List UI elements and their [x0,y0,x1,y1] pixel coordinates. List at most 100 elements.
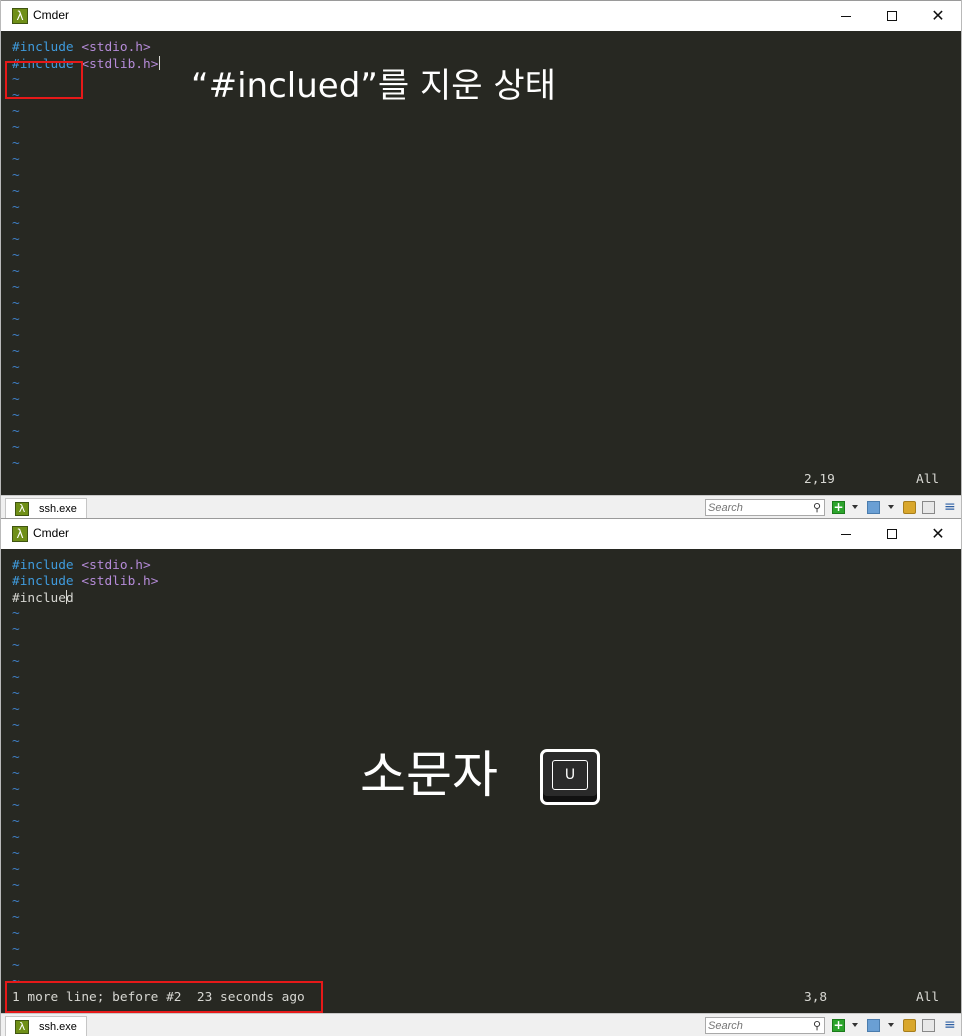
tab-ssh[interactable]: λ ssh.exe [5,498,87,519]
minimize-icon [841,15,851,17]
menu-icon[interactable]: ≡ [944,499,956,515]
minimize-button[interactable] [823,519,869,549]
search-icon[interactable]: ⚲ [813,1019,821,1032]
empty-line-tilde: ~ [12,424,20,439]
empty-line-tilde: ~ [12,862,20,877]
code-line: #include <stdio.h> [12,40,151,55]
empty-line-tilde: ~ [12,750,20,765]
empty-line-tilde: ~ [12,440,20,455]
deleted-line-highlight [5,61,83,99]
code-line: #include <stdio.h> [12,558,151,573]
empty-line-tilde: ~ [12,942,20,957]
code-line: #inclued [12,590,74,606]
empty-line-tilde: ~ [12,798,20,813]
top-cmder-window: λ Cmder ✕ #include <stdio.h> #include <s… [0,0,962,519]
empty-line-tilde: ~ [12,104,20,119]
empty-line-tilde: ~ [12,152,20,167]
empty-line-tilde: ~ [12,184,20,199]
empty-line-tilde: ~ [12,296,20,311]
maximize-button[interactable] [869,1,915,31]
status-message-highlight [5,981,323,1013]
empty-line-tilde: ~ [12,702,20,717]
empty-line-tilde: ~ [12,910,20,925]
cursor-position: 2,19 [804,472,835,487]
empty-line-tilde: ~ [12,456,20,471]
empty-line-tilde: ~ [12,376,20,391]
search-box[interactable]: ⚲ [705,499,825,516]
empty-line-tilde: ~ [12,232,20,247]
scroll-position: All [916,472,940,487]
close-button[interactable]: ✕ [915,519,961,549]
cmder-lambda-icon: λ [12,8,28,24]
close-icon: ✕ [931,524,945,543]
tab-bar: λ ssh.exe ⚲ + ≡ [1,495,961,519]
search-input[interactable] [708,1019,808,1032]
cmder-lambda-icon: λ [15,502,29,516]
empty-line-tilde: ~ [12,766,20,781]
empty-line-tilde: ~ [12,718,20,733]
layout-dropdown-icon[interactable] [888,505,894,509]
empty-line-tilde: ~ [12,878,20,893]
empty-line-tilde: ~ [12,120,20,135]
empty-line-tilde: ~ [12,200,20,215]
tab-ssh[interactable]: λ ssh.exe [5,1016,87,1036]
cmder-lambda-icon: λ [12,526,28,542]
tab-bar: λ ssh.exe ⚲ + ≡ [1,1013,961,1036]
empty-line-tilde: ~ [12,958,20,973]
empty-line-tilde: ~ [12,638,20,653]
empty-line-tilde: ~ [12,606,20,621]
empty-line-tilde: ~ [12,670,20,685]
layout-dropdown-icon[interactable] [888,1023,894,1027]
scroll-position: All [916,990,940,1005]
empty-line-tilde: ~ [12,654,20,669]
empty-line-tilde: ~ [12,686,20,701]
key-cap-letter: U [552,760,588,790]
tab-label: ssh.exe [39,1021,77,1033]
empty-line-tilde: ~ [12,328,20,343]
maximize-button[interactable] [869,519,915,549]
empty-line-tilde: ~ [12,846,20,861]
annotation-caption: “#inclued”를 지운 상태 [191,66,556,106]
maximize-icon [887,11,897,21]
tab-label: ssh.exe [39,503,77,515]
new-console-icon[interactable]: + [832,1019,845,1032]
empty-line-tilde: ~ [12,408,20,423]
search-icon[interactable]: ⚲ [813,501,821,514]
close-icon: ✕ [931,6,945,25]
u-key-icon: U [540,749,600,805]
new-console-dropdown-icon[interactable] [852,1023,858,1027]
empty-line-tilde: ~ [12,312,20,327]
empty-line-tilde: ~ [12,136,20,151]
lock-icon[interactable] [903,1019,916,1032]
empty-line-tilde: ~ [12,830,20,845]
search-box[interactable]: ⚲ [705,1017,825,1034]
code-line: #include <stdlib.h> [12,574,159,589]
empty-line-tilde: ~ [12,168,20,183]
menu-icon[interactable]: ≡ [944,1017,956,1033]
new-console-dropdown-icon[interactable] [852,505,858,509]
empty-line-tilde: ~ [12,622,20,637]
empty-line-tilde: ~ [12,248,20,263]
empty-line-tilde: ~ [12,814,20,829]
empty-line-tilde: ~ [12,782,20,797]
minimize-button[interactable] [823,1,869,31]
close-button[interactable]: ✕ [915,1,961,31]
new-console-icon[interactable]: + [832,501,845,514]
window-layout-icon[interactable] [867,1019,880,1032]
empty-line-tilde: ~ [12,392,20,407]
window-title: Cmder [33,8,70,22]
empty-line-tilde: ~ [12,264,20,279]
panel-icon[interactable] [922,1019,935,1032]
empty-line-tilde: ~ [12,216,20,231]
search-input[interactable] [708,501,808,514]
empty-line-tilde: ~ [12,894,20,909]
text-cursor [159,56,161,70]
title-bar[interactable]: λ Cmder ✕ [1,518,961,549]
empty-line-tilde: ~ [12,344,20,359]
lock-icon[interactable] [903,501,916,514]
window-layout-icon[interactable] [867,501,880,514]
title-bar[interactable]: λ Cmder ✕ [1,0,961,31]
panel-icon[interactable] [922,501,935,514]
empty-line-tilde: ~ [12,734,20,749]
cmder-lambda-icon: λ [15,1020,29,1034]
